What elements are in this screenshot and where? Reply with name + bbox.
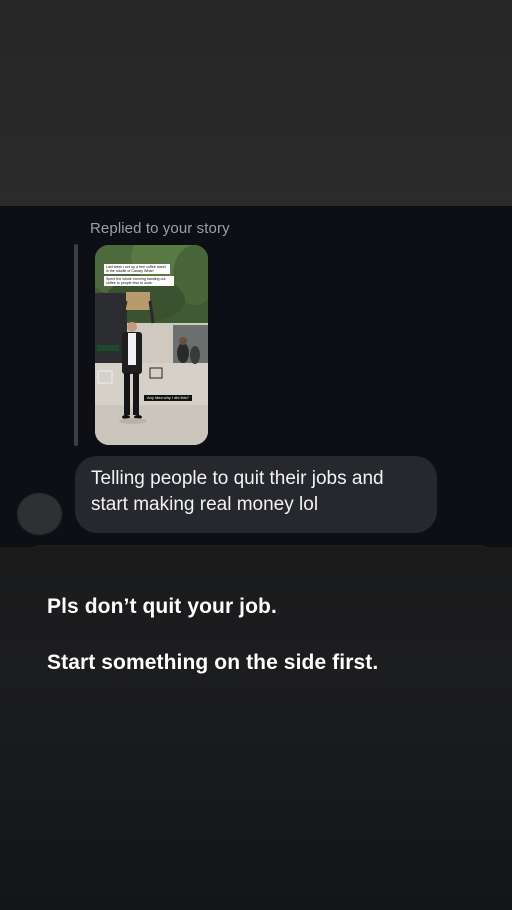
story-caption-2: Spent the whole morning handing out coff… xyxy=(104,276,174,287)
reply-indicator-bar xyxy=(74,244,78,446)
overlay-text-line-2: Start something on the side first. xyxy=(47,651,379,674)
replied-to-story-label: Replied to your story xyxy=(90,220,230,237)
message-bubble[interactable]: Telling people to quit their jobs and st… xyxy=(75,456,437,533)
sender-avatar[interactable] xyxy=(17,493,62,535)
story-photo xyxy=(95,245,208,445)
top-background xyxy=(0,0,512,206)
story-thumbnail[interactable]: Last week I set up a free coffee stand i… xyxy=(95,245,208,445)
story-caption-1: Last week I set up a free coffee stand i… xyxy=(104,264,170,275)
overlay-text-line-1: Pls don’t quit your job. xyxy=(47,595,277,618)
dm-conversation-panel: Replied to your story Last week I set up… xyxy=(0,206,512,547)
story-caption-3: Any idea why I did this? xyxy=(144,395,193,402)
